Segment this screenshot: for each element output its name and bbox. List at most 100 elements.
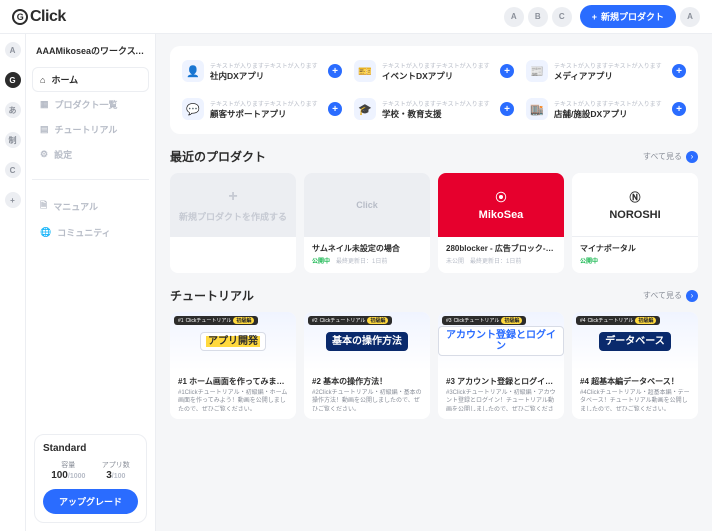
avatar-c[interactable]: C <box>552 7 572 27</box>
brand-logo[interactable]: GClick <box>12 8 66 26</box>
rail-item-0[interactable]: A <box>5 42 21 58</box>
product-status: 公開中 <box>580 256 598 265</box>
tutorial-tag: #4 Clickチュートリアル 初級編 <box>576 316 660 325</box>
brand-text: Click <box>30 8 66 26</box>
avatar-b[interactable]: B <box>528 7 548 27</box>
book-icon: ▤ <box>40 124 49 135</box>
tutorials-heading: チュートリアル <box>170 287 643 304</box>
tutorial-card[interactable]: #2 Clickチュートリアル 初級編基本の操作方法 #2 基本の操作方法！#2… <box>304 312 430 419</box>
nav-manual[interactable]: 🗎 マニュアル <box>32 192 149 220</box>
product-status: 未公開 <box>446 256 464 265</box>
tutorial-title: #1 ホーム画面を作ってみまし... <box>178 376 288 387</box>
plus-icon: + <box>228 188 237 206</box>
tutorial-hero: アプリ開発 <box>200 332 266 351</box>
tutorials-see-all[interactable]: すべて見る› <box>643 290 698 302</box>
education-icon: 🎓 <box>354 98 376 120</box>
tutorial-hero: アカウント登録とログイン <box>438 326 564 356</box>
template-grid: 👤テキストが入りますテキストが入ります社内DXアプリ+ 🎫テキストが入りますテキ… <box>170 46 698 134</box>
plus-icon[interactable]: + <box>500 64 514 78</box>
tutorial-title: #3 アカウント登録とログイン！ <box>446 376 556 387</box>
plus-icon[interactable]: + <box>328 64 342 78</box>
nav-products[interactable]: ▦ プロダクト一覧 <box>32 92 149 117</box>
rail-item-add[interactable]: + <box>5 192 21 208</box>
tutorial-card[interactable]: #1 Clickチュートリアル 初級編アプリ開発 #1 ホーム画面を作ってみまし… <box>170 312 296 419</box>
user-avatar[interactable]: A <box>680 7 700 27</box>
template-sub: テキストが入りますテキストが入ります <box>210 61 322 70</box>
tutorial-tag: #3 Clickチュートリアル 初級編 <box>442 316 526 325</box>
template-sub: テキストが入りますテキストが入ります <box>382 61 494 70</box>
workspace-rail: A G あ 制 C + <box>0 34 26 531</box>
rail-item-2[interactable]: あ <box>5 102 21 118</box>
template-title: 社内DXアプリ <box>210 70 322 82</box>
template-title: 顧客サポートアプリ <box>210 108 322 120</box>
product-status: 公開中 <box>312 256 330 265</box>
template-sub: テキストが入りますテキストが入ります <box>554 61 666 70</box>
nav-home-label: ホーム <box>51 73 78 86</box>
tutorial-card[interactable]: #3 Clickチュートリアル 初級編アカウント登録とログイン #3 アカウント… <box>438 312 564 419</box>
plan-app-max: /100 <box>112 473 126 480</box>
rail-item-3[interactable]: 制 <box>5 132 21 148</box>
nav-tutorials[interactable]: ▤ チュートリアル <box>32 117 149 142</box>
home-icon: ⌂ <box>40 75 45 85</box>
template-sub: テキストが入りますテキストが入ります <box>382 99 494 108</box>
tutorial-desc: #2Clickチュートリアル・初級編・基本の操作方法！動画を公開しましたので、ぜ… <box>312 389 422 411</box>
upgrade-button[interactable]: アップグレード <box>43 489 138 514</box>
template-card[interactable]: 🎓テキストが入りますテキストが入ります学校・教育支援+ <box>352 94 516 124</box>
topbar: GClick A B C +新規プロダクト A <box>0 0 712 34</box>
plus-icon[interactable]: + <box>672 64 686 78</box>
product-card[interactable]: ⦿ MikoSea 280blocker - 広告ブロック-コ...未公開最終更… <box>438 173 564 273</box>
rail-item-1[interactable]: G <box>5 72 21 88</box>
avatar-a[interactable]: A <box>504 7 524 27</box>
globe-icon: 🌐 <box>40 227 51 238</box>
plan-card: Standard 容量 100/1000 アプリ数 3/100 アップグレード <box>34 434 147 523</box>
product-updated: 最終更新日：1日前 <box>470 256 521 265</box>
tutorial-desc: #4Clickチュートリアル・超基本編・データベース！チュートリアル動画を公開し… <box>580 389 690 411</box>
template-card[interactable]: 📰 テキストが入りますテキストが入りますメディアアプリ + <box>524 56 688 86</box>
nav-products-label: プロダクト一覧 <box>55 98 118 111</box>
product-card[interactable]: Click サムネイル未設定の場合公開中最終更新日：1日前 <box>304 173 430 273</box>
nav-settings[interactable]: ⚙設定 <box>32 142 149 167</box>
tutorial-hero: 基本の操作方法 <box>326 332 408 351</box>
template-card[interactable]: 👤 テキストが入りますテキストが入ります社内DXアプリ + <box>180 56 344 86</box>
rail-item-4[interactable]: C <box>5 162 21 178</box>
plan-name: Standard <box>43 443 138 454</box>
plus-icon[interactable]: + <box>672 102 686 116</box>
new-product-label: 新規プロダクト <box>601 10 664 23</box>
nav-manual-label: マニュアル <box>53 200 98 213</box>
ticket-icon: 🎫 <box>354 60 376 82</box>
recent-see-all[interactable]: すべて見る› <box>643 151 698 163</box>
news-icon: 📰 <box>526 60 548 82</box>
product-thumb: Click <box>304 173 430 237</box>
template-sub: テキストが入りますテキストが入ります <box>210 99 322 108</box>
person-icon: 👤 <box>182 60 204 82</box>
nav-settings-label: 設定 <box>54 148 72 161</box>
product-title: サムネイル未設定の場合 <box>312 243 422 254</box>
template-card[interactable]: 💬 テキストが入りますテキストが入ります顧客サポートアプリ + <box>180 94 344 124</box>
see-all-label: すべて見る <box>643 151 682 162</box>
doc-icon: 🗎 <box>40 198 47 214</box>
product-card[interactable]: Ⓝ NOROSHI マイナポータル公開中 <box>572 173 698 273</box>
plus-icon[interactable]: + <box>328 102 342 116</box>
tutorial-hero: データベース <box>599 332 671 351</box>
sidebar: AAAMikoseaのワークスペ... ⌂ ホーム ▦ プロダクト一覧 ▤ チュートリ… <box>26 34 156 531</box>
new-product-card[interactable]: + 新規プロダクトを作成する <box>170 173 296 273</box>
workspace-name[interactable]: AAAMikoseaのワークスペ... <box>26 34 155 63</box>
template-title: メディアアプリ <box>554 70 666 82</box>
template-title: イベントDXアプリ <box>382 70 494 82</box>
template-card[interactable]: 🎫 テキストが入りますテキストが入りますイベントDXアプリ + <box>352 56 516 86</box>
grid-icon: ▦ <box>40 99 49 110</box>
tutorial-desc: #1Clickチュートリアル・初級編・ホーム画面を作ってみよう！動画を公開しまし… <box>178 389 288 411</box>
product-title: マイナポータル <box>580 243 690 254</box>
tutorial-card[interactable]: #4 Clickチュートリアル 初級編データベース #4 超基本編データベース！… <box>572 312 698 419</box>
plus-icon[interactable]: + <box>500 102 514 116</box>
nav-home[interactable]: ⌂ ホーム <box>32 67 149 92</box>
tutorial-title: #4 超基本編データベース！ <box>580 376 690 387</box>
new-product-label: 新規プロダクトを作成する <box>179 210 287 223</box>
template-sub: テキストが入りますテキストが入ります <box>554 99 666 108</box>
nav-tutorials-label: チュートリアル <box>55 123 118 136</box>
new-product-button[interactable]: +新規プロダクト <box>580 5 676 28</box>
nav-community-label: コミュニティ <box>57 226 110 239</box>
nav-community[interactable]: 🌐 コミュニティ <box>32 220 149 245</box>
template-card[interactable]: 🏬テキストが入りますテキストが入ります店舗/施設DXアプリ+ <box>524 94 688 124</box>
chat-icon: 💬 <box>182 98 204 120</box>
